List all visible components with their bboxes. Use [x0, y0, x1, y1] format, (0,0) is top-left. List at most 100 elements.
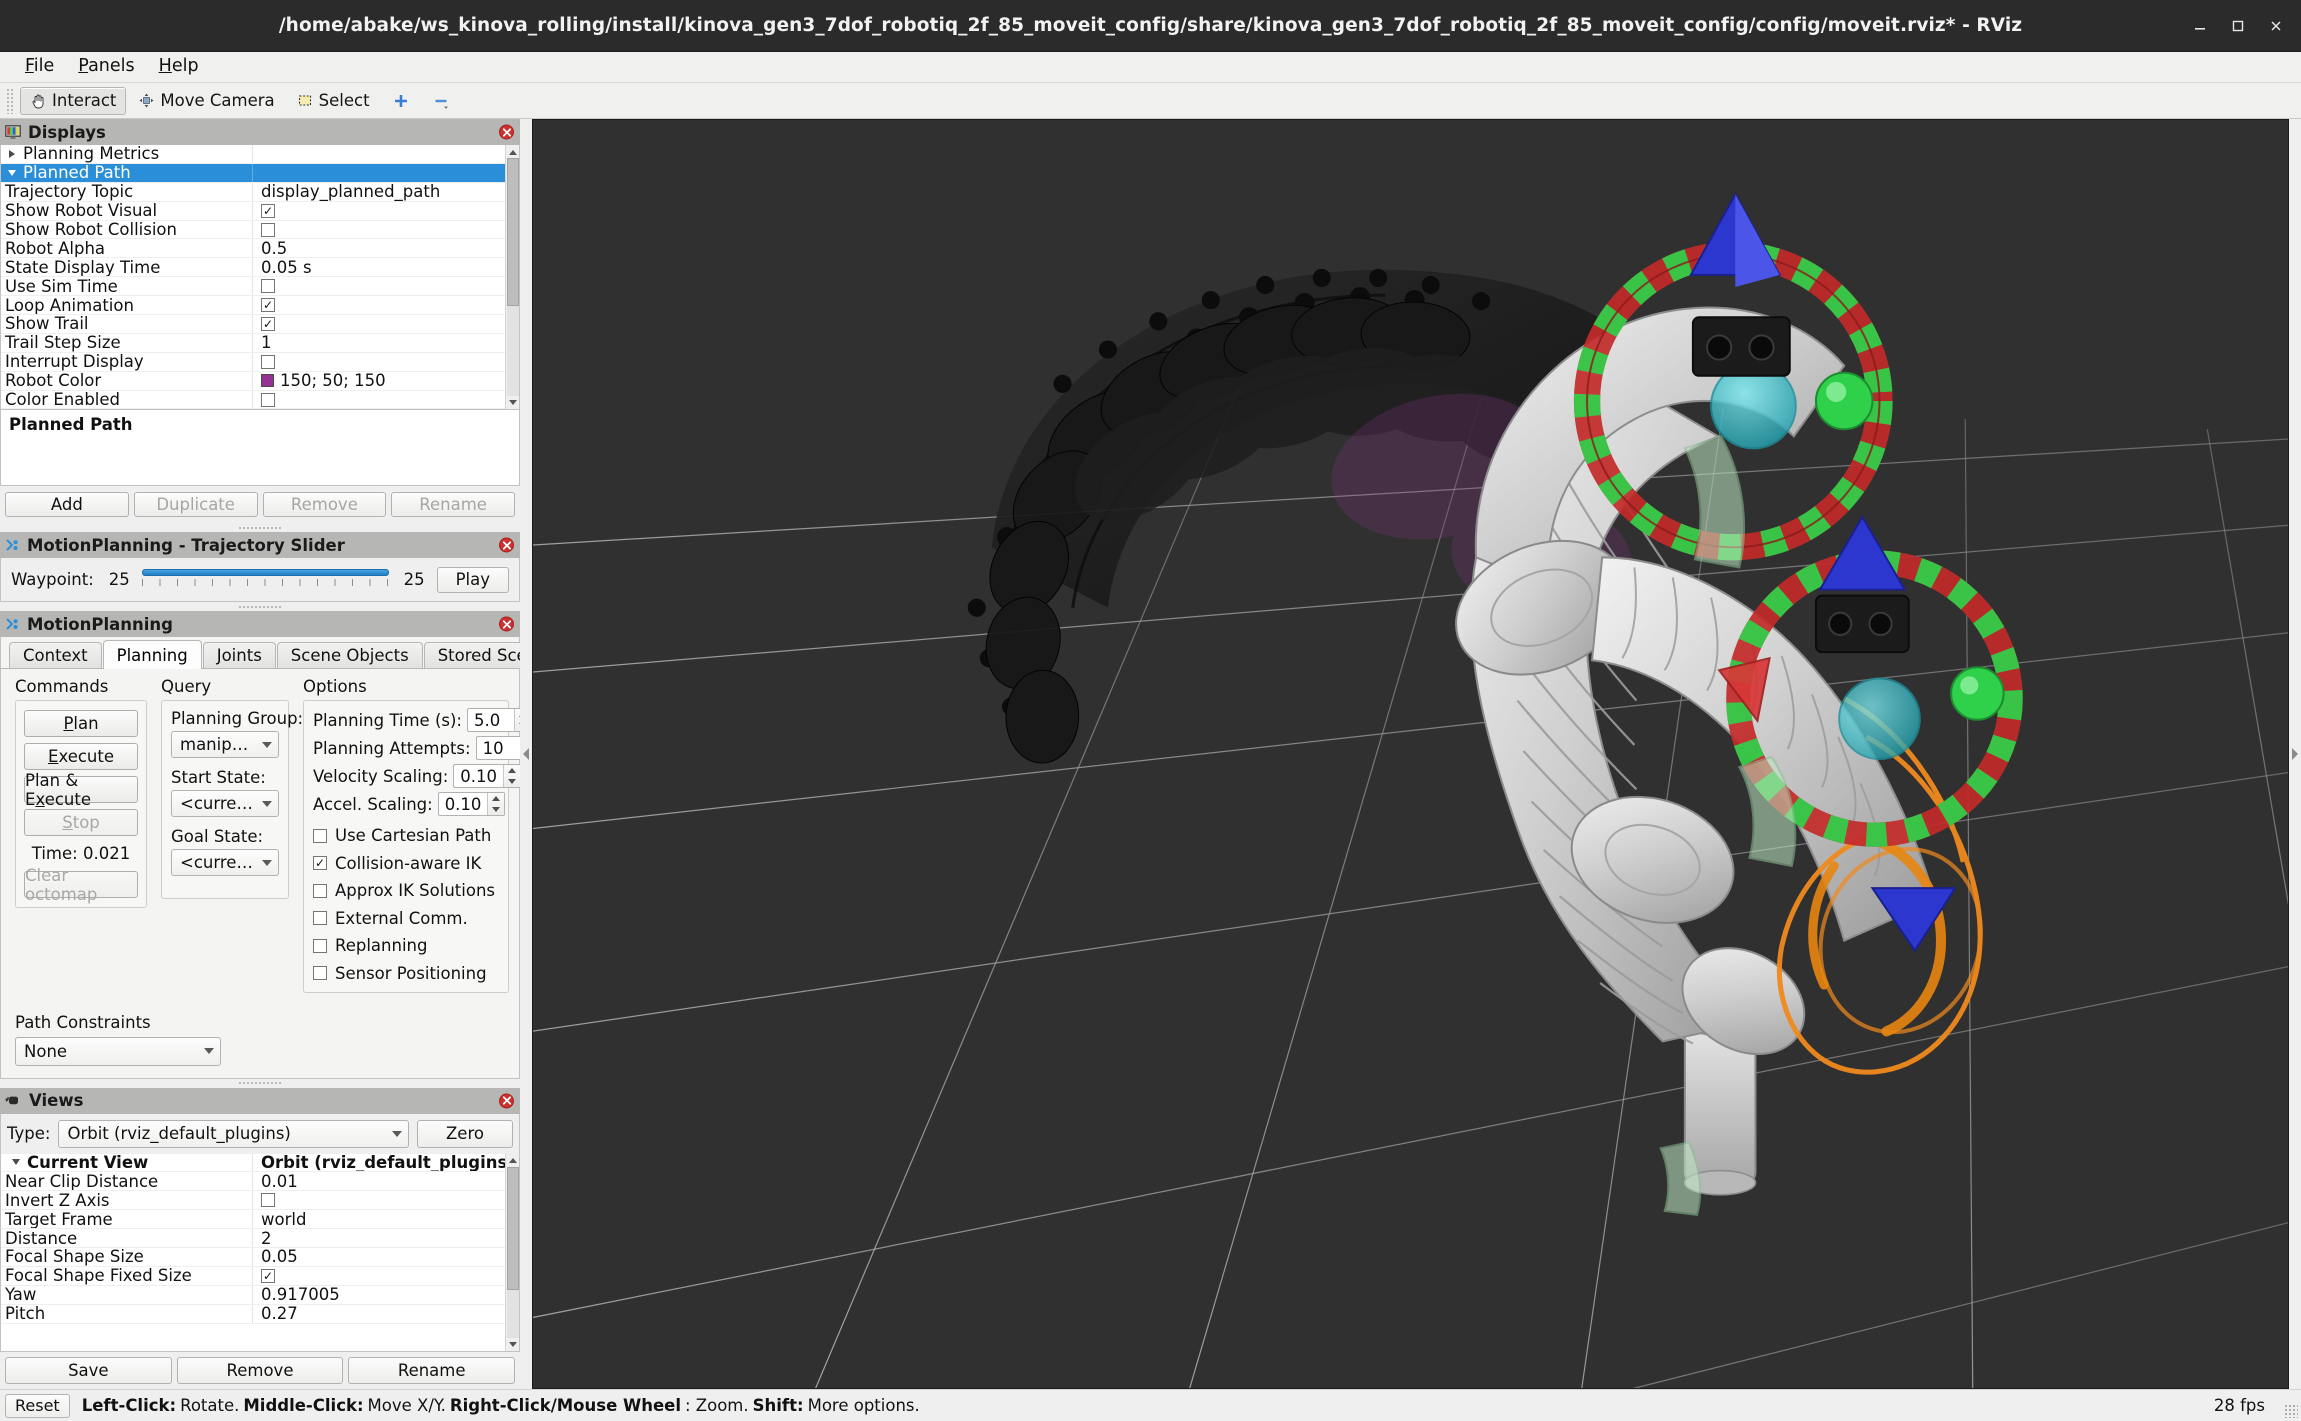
option-checkbox-row[interactable]: External Comm.	[313, 909, 499, 928]
color-swatch[interactable]	[261, 374, 274, 388]
stepper-up-icon[interactable]	[488, 793, 504, 804]
marker-sphere-y[interactable]	[1814, 371, 1874, 431]
tree-row-value-cell[interactable]	[253, 221, 505, 239]
checkbox[interactable]: ✓	[261, 203, 275, 218]
velocity-scaling-spinbox[interactable]: 0.10	[453, 764, 522, 788]
views-panel-title[interactable]: Views	[0, 1087, 520, 1114]
add-tool-button[interactable]	[382, 87, 420, 115]
checkbox[interactable]	[261, 222, 275, 237]
tree-row-value-cell[interactable]: ✓	[253, 202, 505, 220]
tree-row[interactable]: Loop Animation ✓	[1, 296, 505, 316]
checkbox[interactable]	[313, 911, 327, 925]
tree-row-value-cell[interactable]: display_planned_path	[253, 183, 505, 201]
tree-row-value-cell[interactable]	[253, 145, 505, 163]
tab-context[interactable]: Context	[9, 642, 102, 668]
chevron-down-icon[interactable]	[5, 1159, 27, 1166]
checkbox[interactable]	[261, 279, 275, 294]
tree-row[interactable]: Current View Orbit (rviz_default_plugins)	[1, 1153, 505, 1173]
tree-row[interactable]: Pitch 0.27	[1, 1304, 505, 1324]
rename-view-button[interactable]: Rename	[348, 1357, 516, 1384]
tree-row[interactable]: Robot Color 150; 50; 150	[1, 371, 505, 391]
tab-scene-objects[interactable]: Scene Objects	[276, 642, 423, 668]
tab-planning[interactable]: Planning	[102, 640, 202, 669]
tree-row-value-cell[interactable]	[253, 164, 505, 182]
tree-row[interactable]: Robot Alpha 0.5	[1, 239, 505, 259]
clear-octomap-button[interactable]: Clear octomap	[24, 866, 138, 904]
accel-scaling-spinbox[interactable]: 0.10	[437, 792, 506, 816]
views-close-icon[interactable]	[499, 1093, 514, 1108]
displays-scroll-up-icon[interactable]	[507, 146, 519, 158]
checkbox[interactable]	[313, 828, 327, 843]
duplicate-display-button[interactable]: Duplicate	[133, 492, 258, 517]
tree-row[interactable]: Invert Z Axis	[1, 1191, 505, 1211]
marker-sphere-y-lower[interactable]	[1950, 666, 2005, 721]
motion-planning-title[interactable]: MotionPlanning	[0, 611, 520, 637]
maximize-icon[interactable]	[2221, 9, 2255, 43]
chevron-right-icon[interactable]	[1, 149, 23, 158]
accel-scaling-stepper[interactable]	[487, 793, 505, 815]
play-trajectory-button[interactable]: Play	[436, 566, 509, 593]
start-state-select[interactable]: <current>	[171, 790, 279, 817]
dock-splitter-2[interactable]	[0, 602, 520, 611]
tree-row[interactable]: Trail Step Size 1	[1, 333, 505, 353]
views-scroll-thumb[interactable]	[506, 1166, 519, 1290]
checkbox[interactable]: ✓	[313, 856, 327, 870]
tree-row[interactable]: Planning Metrics	[1, 145, 505, 164]
waypoint-slider[interactable]	[141, 568, 389, 591]
tree-row-value-cell[interactable]: 150; 50; 150	[253, 372, 505, 390]
option-checkbox-row[interactable]: Approx IK Solutions	[313, 881, 499, 900]
add-display-button[interactable]: Add	[5, 492, 129, 517]
option-checkbox-row[interactable]: ✓ Collision-aware IK	[313, 854, 499, 873]
rename-display-button[interactable]: Rename	[391, 492, 515, 517]
checkbox[interactable]	[313, 938, 327, 953]
tree-row-value-cell[interactable]: 0.05 s	[253, 258, 505, 276]
tree-row-value-cell[interactable]: 1	[253, 334, 505, 352]
tree-row[interactable]: Focal Shape Fixed Size ✓	[1, 1266, 505, 1286]
tree-row[interactable]: Yaw 0.917005	[1, 1285, 505, 1305]
tree-row-value-cell[interactable]: 0.5	[253, 239, 505, 257]
plan-button[interactable]: Plan	[24, 710, 138, 737]
checkbox[interactable]: ✓	[261, 298, 275, 313]
tree-row-value-cell[interactable]: ✓	[253, 315, 505, 333]
option-checkbox-row[interactable]: Use Cartesian Path	[313, 826, 499, 845]
save-view-button[interactable]: Save	[5, 1357, 172, 1384]
tree-row-value-cell[interactable]: ✓	[253, 1267, 505, 1285]
stepper-down-icon[interactable]	[488, 804, 504, 815]
displays-scroll-down-icon[interactable]	[507, 396, 519, 408]
tree-row[interactable]: Trajectory Topic display_planned_path	[1, 182, 505, 202]
option-checkbox-row[interactable]: Replanning	[313, 936, 499, 955]
menu-help[interactable]: Help	[148, 55, 210, 79]
tree-row[interactable]: Color Enabled	[1, 390, 505, 409]
tree-row[interactable]: Show Trail ✓	[1, 315, 505, 334]
checkbox[interactable]: ✓	[261, 316, 275, 331]
velocity-scaling-stepper[interactable]	[503, 765, 521, 787]
tree-row-value-cell[interactable]	[253, 277, 505, 295]
tree-row-value-cell[interactable]: 0.05	[253, 1248, 505, 1266]
displays-panel-title[interactable]: Displays	[0, 119, 520, 145]
displays-scroll-track[interactable]	[506, 158, 519, 396]
select-tool-button[interactable]: Select	[287, 87, 380, 115]
checkbox[interactable]	[261, 392, 275, 407]
tree-row-value-cell[interactable]: 2	[253, 1229, 505, 1247]
tree-row-value-cell[interactable]: 0.917005	[253, 1286, 505, 1304]
plan-and-execute-button[interactable]: Plan & Execute	[24, 771, 138, 809]
checkbox[interactable]	[261, 1193, 275, 1208]
remove-display-button[interactable]: Remove	[262, 492, 387, 517]
remove-tool-button[interactable]	[422, 87, 460, 115]
displays-close-icon[interactable]	[499, 124, 514, 140]
toolbar-grip[interactable]	[6, 87, 15, 114]
tree-row[interactable]: Interrupt Display	[1, 352, 505, 372]
tree-row[interactable]: Use Sim Time	[1, 277, 505, 297]
path-constraints-select[interactable]: None	[15, 1036, 221, 1066]
views-scroll-down-icon[interactable]	[507, 1338, 519, 1350]
tree-row[interactable]: Show Robot Visual ✓	[1, 201, 505, 221]
dock-splitter-1[interactable]	[0, 523, 520, 532]
execute-button[interactable]: Execute	[24, 743, 138, 770]
displays-scroll-thumb[interactable]	[506, 158, 519, 306]
planning-group-select[interactable]: manipulator	[171, 731, 279, 758]
views-scroll-up-icon[interactable]	[507, 1155, 519, 1167]
trajectory-slider-close-icon[interactable]	[499, 537, 514, 553]
goal-state-select[interactable]: <current>	[171, 849, 279, 876]
render-viewport-3d[interactable]	[532, 119, 2289, 1389]
tree-row-value-cell[interactable]: 0.01	[253, 1172, 505, 1190]
